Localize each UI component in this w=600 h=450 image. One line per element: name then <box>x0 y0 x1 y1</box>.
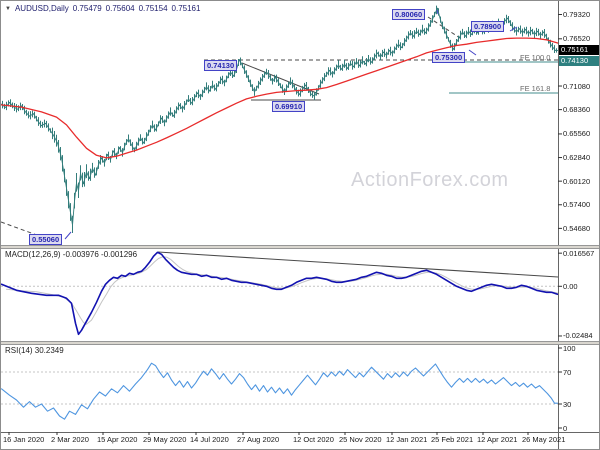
price-annotation-label: 0.80060 <box>392 9 426 20</box>
price-annotation-label: 0.55060 <box>29 234 63 245</box>
current-price-axis-box: 0.75161 <box>559 45 599 55</box>
date-axis-label: 12 Oct 2020 <box>293 435 334 444</box>
fib-expansion-label: FE 161.8 <box>520 84 551 93</box>
date-axis-label: 15 Apr 2020 <box>97 435 138 444</box>
rsi-axis-tick-label: 0 <box>563 424 568 433</box>
macd-pane-label: MACD(12,26,9) -0.003976 -0.001296 <box>5 250 138 259</box>
annotation-leader-1 <box>509 26 518 32</box>
price-axis-tick-label: 0.76520 <box>563 34 591 43</box>
price-axis-tick-label: 0.68360 <box>563 105 591 114</box>
date-axis-label: 26 May 2021 <box>522 435 566 444</box>
price-axis-tick-label: 0.71080 <box>563 82 591 91</box>
price-open: 0.75479 <box>72 4 102 13</box>
price-annotation-label: 0.69910 <box>272 101 306 112</box>
moving-average-line <box>1 37 560 159</box>
symbol-period: AUDUSD,Daily <box>14 4 69 13</box>
rsi-axis-tick-label: 70 <box>563 368 572 377</box>
chart-header: ▼ AUDUSD,Daily 0.75479 0.75604 0.75154 0.7516… <box>5 4 204 13</box>
price-annotation-label: 0.75300 <box>432 52 466 63</box>
price-annotation-label: 0.78900 <box>471 21 505 32</box>
price-low: 0.75154 <box>138 4 168 13</box>
price-axis-tick-label: 0.62840 <box>563 153 591 162</box>
date-axis-label: 12 Jan 2021 <box>386 435 428 444</box>
rsi-pane-label: RSI(14) 30.2349 <box>5 346 64 355</box>
date-axis-label: 25 Nov 2020 <box>339 435 382 444</box>
price-axis-tick-label: 0.54680 <box>563 224 591 233</box>
date-axis-label: 12 Apr 2021 <box>477 435 518 444</box>
price-high: 0.75604 <box>105 4 135 13</box>
date-axis-label: 16 Jan 2020 <box>3 435 45 444</box>
price-axis-tick-label: 0.79320 <box>563 10 591 19</box>
date-axis-label: 14 Jul 2020 <box>190 435 229 444</box>
macd-line <box>1 251 559 336</box>
fib-expansion-label: FE 100.0 <box>520 53 551 62</box>
price-path <box>1 7 559 226</box>
date-axis-label: 2 Mar 2020 <box>51 435 89 444</box>
annotation-leader-5 <box>64 231 72 240</box>
price-annotation-label: 0.74130 <box>204 60 238 71</box>
price-axis-tick-label: 0.60120 <box>563 177 591 186</box>
rsi-axis-tick-label: 100 <box>563 344 576 353</box>
macd-axis-tick-label: 0.00 <box>563 282 578 291</box>
symbol-dropdown-icon[interactable]: ▼ <box>5 6 11 12</box>
date-axis-label: 25 Feb 2021 <box>431 435 474 444</box>
price-axis-tick-label: 0.65560 <box>563 129 591 138</box>
price-close: 0.75161 <box>171 4 201 13</box>
date-axis-label: 29 May 2020 <box>143 435 187 444</box>
rsi-axis-tick-label: 30 <box>563 400 572 409</box>
chart-canvas[interactable] <box>1 1 600 450</box>
pane-splitter-rsi[interactable] <box>1 341 599 345</box>
annotation-leader-2 <box>468 49 477 56</box>
pane-splitter-macd[interactable] <box>1 245 599 249</box>
chart-window: ActionForex.com ▼ AUDUSD,Daily 0.75479 0.75… <box>0 0 600 450</box>
date-axis-label: 27 Aug 2020 <box>237 435 280 444</box>
fe-level-axis-box: 0.74130 <box>559 56 599 66</box>
macd-axis-tick-label: -0.02484 <box>563 331 593 340</box>
price-axis-tick-label: 0.57400 <box>563 200 591 209</box>
macd-axis-tick-label: 0.016567 <box>563 249 595 258</box>
trendline-5 <box>157 251 559 278</box>
